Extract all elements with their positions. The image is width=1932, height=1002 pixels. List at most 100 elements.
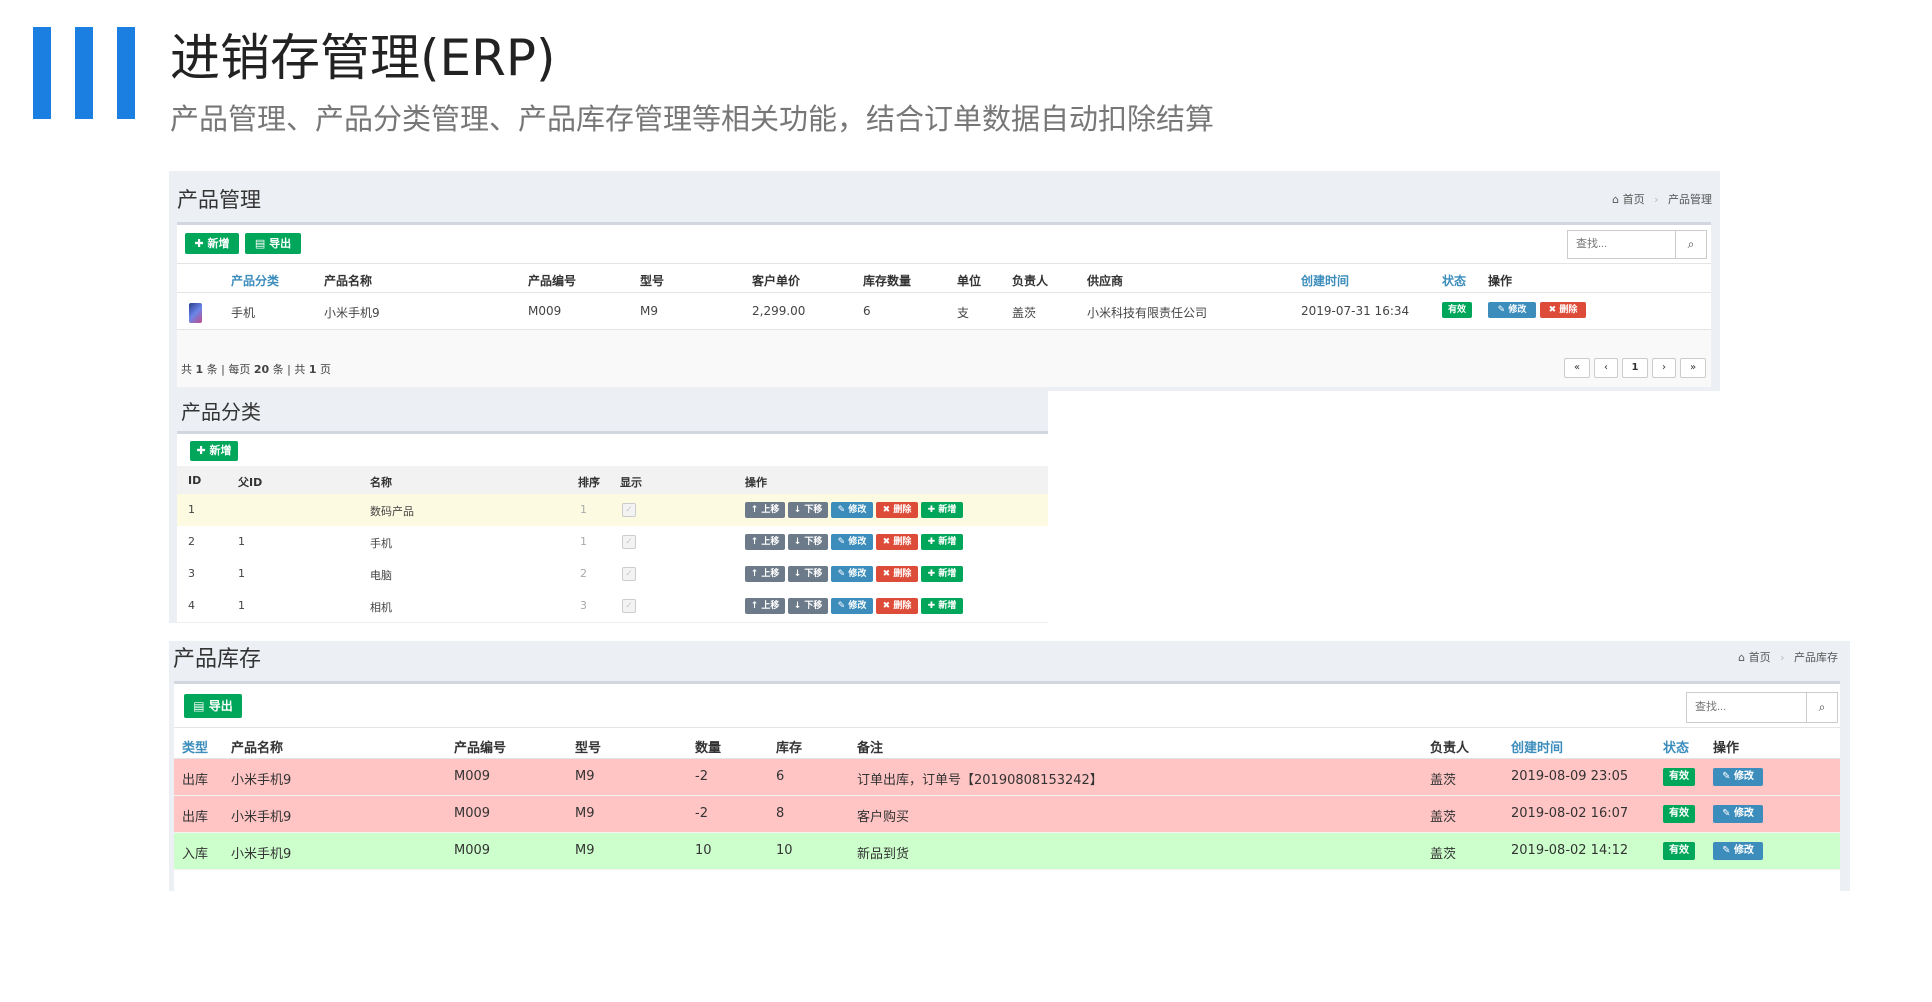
col-status[interactable]: 状态 — [1442, 272, 1466, 289]
product-box: ✚ 新增 ▤ 导出 ⌕ 产品分类 产品名称 产品编号 型号 客户单价 库存数量 … — [177, 222, 1711, 387]
product-search-input[interactable] — [1568, 231, 1674, 256]
pager-last[interactable]: » — [1680, 358, 1706, 378]
add-child-button[interactable]: ✚ 新增 — [921, 534, 963, 550]
product-search: ⌕ — [1567, 230, 1707, 259]
delete-button[interactable]: ✖ 删除 — [876, 534, 918, 550]
move-down-button[interactable]: ↓ 下移 — [788, 502, 828, 518]
search-button[interactable]: ⌕ — [1806, 693, 1837, 722]
col-model: 型号 — [575, 741, 602, 756]
stock-search: ⌕ — [1686, 692, 1838, 723]
edit-button[interactable]: ✎ 修改 — [1488, 302, 1536, 318]
page-subtitle: 产品管理、产品分类管理、产品库存管理等相关功能，结合订单数据自动扣除结算 — [170, 102, 1215, 136]
edit-button[interactable]: ✎ 修改 — [1713, 842, 1763, 860]
cell-qty: -2 — [695, 769, 708, 784]
edit-button[interactable]: ✎ 修改 — [831, 502, 873, 518]
edit-icon: ✎ — [1722, 845, 1734, 856]
breadcrumb-home[interactable]: 首页 — [1623, 193, 1645, 206]
delete-button[interactable]: ✖ 删除 — [1540, 302, 1586, 318]
breadcrumb-home[interactable]: 首页 — [1749, 651, 1771, 664]
add-child-button[interactable]: ✚ 新增 — [921, 502, 963, 518]
cell-unit: 支 — [957, 306, 970, 320]
cell-model: M9 — [575, 769, 595, 784]
delete-button[interactable]: ✖ 删除 — [876, 502, 918, 518]
move-down-button[interactable]: ↓ 下移 — [788, 534, 828, 550]
col-created[interactable]: 创建时间 — [1511, 737, 1563, 756]
edit-button[interactable]: ✎ 修改 — [831, 598, 873, 614]
cell-parent-id: 1 — [238, 599, 245, 612]
edit-button[interactable]: ✎ 修改 — [1713, 805, 1763, 823]
pager-prev[interactable]: ‹ — [1594, 358, 1618, 378]
cell-stock: 8 — [776, 806, 785, 821]
stock-search-input[interactable] — [1687, 693, 1803, 720]
plus-icon: ✚ — [927, 569, 939, 579]
cell-stock: 6 — [776, 769, 785, 784]
pagination-info: 共 1 条 | 每页 20 条 | 共 1 页 — [181, 363, 332, 376]
arrow-down-icon: ↓ — [793, 601, 805, 611]
edit-icon: ✎ — [1722, 808, 1734, 819]
cell-model: M9 — [640, 304, 658, 318]
move-up-button[interactable]: ↑ 上移 — [745, 598, 785, 614]
product-panel: 产品管理 ⌂ 首页 › 产品管理 ✚ 新增 ▤ 导出 ⌕ 产品分类 产品名称 产… — [169, 171, 1720, 391]
table-row: 2 1 手机 1 ✓ ↑ 上移 ↓ 下移 ✎ 修改 ✖ 删除 ✚ 新增 — [177, 526, 1048, 559]
visible-checkbox[interactable]: ✓ — [622, 567, 636, 581]
visible-checkbox[interactable]: ✓ — [622, 599, 636, 613]
edit-icon: ✎ — [837, 537, 849, 547]
accent-bar-2 — [75, 27, 93, 119]
edit-button[interactable]: ✎ 修改 — [831, 566, 873, 582]
delete-button[interactable]: ✖ 删除 — [876, 566, 918, 582]
arrow-up-icon: ↑ — [750, 569, 762, 579]
move-down-button[interactable]: ↓ 下移 — [788, 566, 828, 582]
add-product-button[interactable]: ✚ 新增 — [185, 233, 239, 254]
cell-qty: -2 — [695, 806, 708, 821]
visible-checkbox[interactable]: ✓ — [622, 503, 636, 517]
cell-created: 2019-08-02 14:12 — [1511, 843, 1629, 858]
export-product-button[interactable]: ▤ 导出 — [245, 233, 301, 254]
pager-first[interactable]: « — [1564, 358, 1590, 378]
edit-icon: ✎ — [1497, 305, 1506, 315]
col-category[interactable]: 产品分类 — [231, 272, 279, 289]
col-status[interactable]: 状态 — [1663, 737, 1689, 756]
move-up-button[interactable]: ↑ 上移 — [745, 502, 785, 518]
edit-button[interactable]: ✎ 修改 — [1713, 768, 1763, 786]
cell-parent-id: 1 — [238, 567, 245, 580]
cell-type: 入库 — [182, 847, 209, 862]
add-category-button[interactable]: ✚ 新增 — [190, 441, 238, 461]
pager-next[interactable]: › — [1652, 358, 1676, 378]
table-row: 手机 小米手机9 M009 M9 2,299.00 6 支 盖茨 小米科技有限责… — [177, 293, 1711, 329]
cell-id: 4 — [188, 599, 195, 612]
cell-sort: 2 — [580, 567, 587, 580]
table-footer — [177, 330, 1711, 387]
excel-icon: ▤ — [193, 699, 205, 713]
add-child-button[interactable]: ✚ 新增 — [921, 598, 963, 614]
edit-button[interactable]: ✎ 修改 — [831, 534, 873, 550]
close-icon: ✖ — [882, 601, 894, 611]
move-down-button[interactable]: ↓ 下移 — [788, 598, 828, 614]
col-type[interactable]: 类型 — [182, 737, 208, 756]
move-up-button[interactable]: ↑ 上移 — [745, 534, 785, 550]
table-row: 出库 小米手机9 M009 M9 -2 8 客户购买 盖茨 2019-08-02 16:07 有效… — [174, 796, 1840, 833]
cell-sort: 1 — [580, 503, 587, 516]
search-button[interactable]: ⌕ — [1675, 231, 1706, 258]
cell-owner: 盖茨 — [1430, 847, 1457, 862]
arrow-down-icon: ↓ — [793, 569, 805, 579]
pager-page-1[interactable]: 1 — [1622, 358, 1648, 378]
add-child-button[interactable]: ✚ 新增 — [921, 566, 963, 582]
cell-name: 小米手机9 — [231, 773, 292, 788]
move-up-button[interactable]: ↑ 上移 — [745, 566, 785, 582]
col-created[interactable]: 创建时间 — [1301, 272, 1349, 289]
cell-qty: 10 — [695, 843, 712, 858]
export-stock-button[interactable]: ▤ 导出 — [184, 694, 242, 718]
col-stock: 库存 — [776, 741, 803, 756]
cell-stock: 6 — [863, 304, 871, 318]
page-title: 进销存管理(ERP) — [170, 29, 556, 87]
cell-sort: 1 — [580, 535, 587, 548]
cell-created: 2019-07-31 16:34 — [1301, 304, 1410, 318]
plus-icon: ✚ — [927, 537, 939, 547]
delete-button[interactable]: ✖ 删除 — [876, 598, 918, 614]
col-note: 备注 — [857, 741, 884, 756]
arrow-up-icon: ↑ — [750, 601, 762, 611]
table-row: 出库 小米手机9 M009 M9 -2 6 订单出库，订单号【20190808153242】… — [174, 759, 1840, 796]
col-stock: 库存数量 — [863, 274, 912, 288]
product-image — [189, 303, 202, 323]
visible-checkbox[interactable]: ✓ — [622, 535, 636, 549]
